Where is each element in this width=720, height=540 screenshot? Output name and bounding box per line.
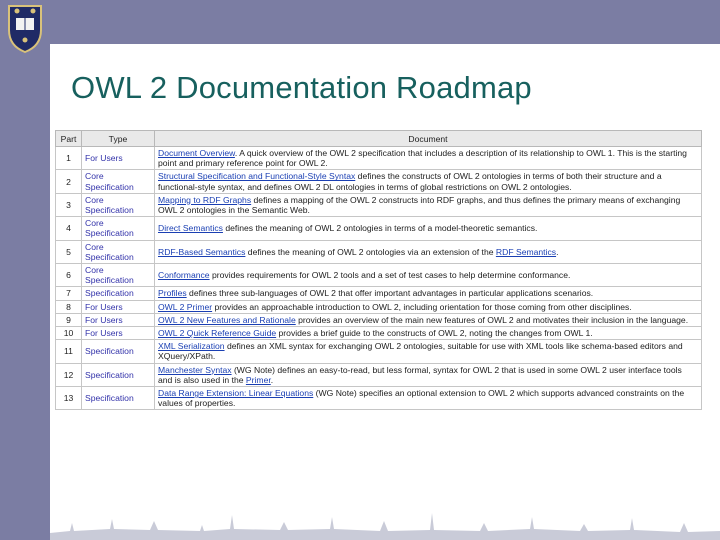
row-part: 13 (55, 386, 82, 411)
document-description: provides requirements for OWL 2 tools an… (209, 270, 571, 281)
document-link[interactable]: Data Range Extension: Linear Equations (158, 388, 313, 398)
document-description: defines the meaning of OWL 2 ontologies … (222, 223, 538, 234)
roadmap-table: Part Type Document 1 For Users Document Ov… (55, 130, 702, 411)
row-document: Direct Semantics defines the meaning of … (154, 216, 702, 241)
row-part: 6 (55, 263, 82, 288)
document-description: . A quick overview of the OWL 2 specific… (158, 148, 687, 169)
table-row: 11 Specification XML Serialization defines… (55, 339, 702, 364)
table-header-row: Part Type Document (55, 130, 702, 147)
table-row: 13 Specification Data Range Extension: Lin… (55, 386, 702, 411)
document-link-secondary[interactable]: Primer (246, 375, 271, 385)
row-type: For Users (81, 145, 155, 171)
row-type: Specification (81, 362, 155, 388)
row-type: For Users (81, 299, 155, 314)
document-link-secondary[interactable]: RDF Semantics (496, 247, 556, 257)
document-link[interactable]: RDF-Based Semantics (158, 247, 245, 257)
document-description: defines three sub-languages of OWL 2 tha… (186, 288, 594, 299)
table-row: 10 For Users OWL 2 Quick Reference Guide p… (55, 326, 702, 341)
table-row: 5 Core Specification RDF-Based Semantics d… (55, 239, 702, 265)
header-document: Document (154, 130, 702, 147)
row-type: Core Specification (81, 263, 155, 288)
row-document: Profiles defines three sub-languages of … (154, 286, 702, 301)
row-type: For Users (81, 326, 155, 341)
row-type: Specification (81, 286, 155, 301)
row-type: Core Specification (81, 216, 155, 241)
document-description-end: . (270, 374, 274, 385)
document-link[interactable]: Direct Semantics (158, 223, 223, 233)
row-part: 9 (55, 312, 82, 328)
row-part: 5 (55, 239, 82, 265)
row-document: OWL 2 Primer provides an approachable in… (154, 299, 702, 314)
university-crest-icon (8, 5, 42, 54)
skyline-decoration (50, 513, 720, 540)
row-document: Data Range Extension: Linear Equations (… (154, 386, 702, 411)
row-type: For Users (81, 312, 155, 328)
row-type: Specification (81, 386, 155, 411)
table-row: 3 Core Specification Mapping to RDF Graphs… (55, 192, 702, 218)
document-description: defines the meaning of OWL 2 ontologies … (245, 246, 496, 257)
document-description: defines an XML syntax for exchanging OWL… (158, 341, 683, 362)
row-type: Specification (81, 339, 155, 364)
document-link[interactable]: Profiles (158, 288, 187, 298)
document-description: provides an approachable introduction to… (212, 301, 632, 312)
document-link[interactable]: Manchester Syntax (158, 365, 232, 375)
document-link[interactable]: XML Serialization (158, 341, 225, 351)
roadmap-table-container: Part Type Document 1 For Users Document Ov… (55, 130, 702, 490)
row-document: Mapping to RDF Graphs defines a mapping … (154, 192, 702, 218)
document-description-end: . (556, 246, 559, 257)
document-link[interactable]: OWL 2 New Features and Rationale (158, 315, 296, 325)
row-part: 1 (55, 145, 82, 171)
document-link[interactable]: Document Overview (158, 148, 235, 158)
left-banner (0, 0, 50, 540)
table-row: 4 Core Specification Direct Semantics defi… (55, 216, 702, 241)
row-part: 11 (55, 339, 82, 364)
row-part: 3 (55, 192, 82, 218)
row-document: OWL 2 Quick Reference Guide provides a b… (154, 326, 702, 341)
table-row: 2 Core Specification Structural Specificat… (55, 169, 702, 194)
header-type: Type (81, 130, 155, 147)
table-row: 8 For Users OWL 2 Primer provides an appro… (55, 299, 702, 314)
row-part: 8 (55, 299, 82, 314)
table-row: 9 For Users OWL 2 New Features and Rationa… (55, 312, 702, 328)
row-part: 2 (55, 169, 82, 194)
document-description: provides a brief guide to the constructs… (276, 328, 593, 339)
row-document: RDF-Based Semantics defines the meaning … (154, 239, 702, 265)
header-part: Part (55, 130, 82, 147)
row-document: Structural Specification and Functional-… (154, 169, 702, 194)
document-link[interactable]: OWL 2 Primer (158, 302, 212, 312)
table-row: 12 Specification Manchester Syntax (WG Not… (55, 362, 702, 388)
row-type: Core Specification (81, 192, 155, 218)
row-part: 4 (55, 216, 82, 241)
document-link[interactable]: OWL 2 Quick Reference Guide (158, 328, 276, 338)
document-description: (WG Note) defines an easy-to-read, but l… (158, 364, 682, 385)
row-part: 10 (55, 326, 82, 341)
document-link[interactable]: Conformance (158, 270, 210, 280)
row-type: Core Specification (81, 239, 155, 265)
row-document: Document Overview. A quick overview of t… (154, 145, 702, 171)
document-description: provides an overview of the main new fea… (295, 314, 689, 325)
row-document: Manchester Syntax (WG Note) defines an e… (154, 362, 702, 388)
table-row: 7 Specification Profiles defines three sub… (55, 286, 702, 301)
row-part: 7 (55, 286, 82, 301)
table-row: 6 Core Specification Conformance provides … (55, 263, 702, 288)
row-type: Core Specification (81, 169, 155, 194)
slide-title: OWL 2 Documentation Roadmap (71, 70, 532, 105)
row-document: XML Serialization defines an XML syntax … (154, 339, 702, 364)
table-row: 1 For Users Document Overview. A quick ove… (55, 145, 702, 171)
document-link[interactable]: Structural Specification and Functional-… (158, 171, 355, 181)
top-banner (50, 0, 720, 44)
document-link[interactable]: Mapping to RDF Graphs (158, 195, 251, 205)
row-document: Conformance provides requirements for OW… (154, 263, 702, 288)
row-part: 12 (55, 362, 82, 388)
row-document: OWL 2 New Features and Rationale provide… (154, 312, 702, 328)
